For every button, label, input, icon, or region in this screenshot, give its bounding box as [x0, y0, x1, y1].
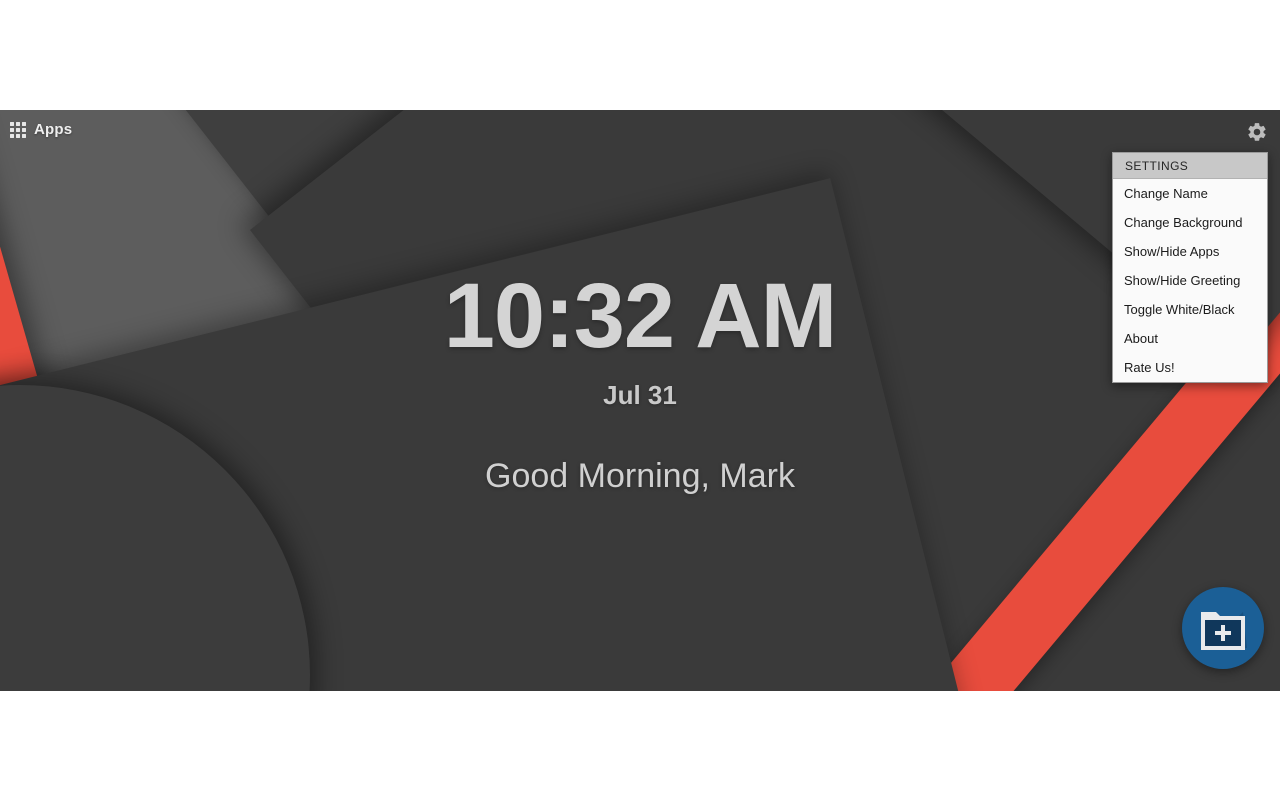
menu-item-change-background[interactable]: Change Background — [1113, 208, 1267, 237]
settings-menu-title: SETTINGS — [1113, 153, 1267, 179]
menu-item-show-hide-apps[interactable]: Show/Hide Apps — [1113, 237, 1267, 266]
menu-item-about[interactable]: About — [1113, 324, 1267, 353]
grid-icon — [10, 121, 26, 138]
wallpaper-stage: Apps 10:32 AM Jul 31 Good Morning, Mark … — [0, 110, 1280, 691]
settings-dropdown-menu: SETTINGS Change Name Change Background S… — [1112, 152, 1268, 383]
gear-icon[interactable] — [1246, 121, 1268, 143]
folder-plus-icon — [1201, 612, 1247, 650]
apps-launcher-button[interactable]: Apps — [10, 121, 72, 138]
menu-item-show-hide-greeting[interactable]: Show/Hide Greeting — [1113, 266, 1267, 295]
apps-launcher-label: Apps — [34, 121, 73, 138]
menu-item-toggle-white-black[interactable]: Toggle White/Black — [1113, 295, 1267, 324]
add-folder-fab-button[interactable] — [1182, 587, 1264, 669]
menu-item-change-name[interactable]: Change Name — [1113, 179, 1267, 208]
menu-item-rate-us[interactable]: Rate Us! — [1113, 353, 1267, 382]
